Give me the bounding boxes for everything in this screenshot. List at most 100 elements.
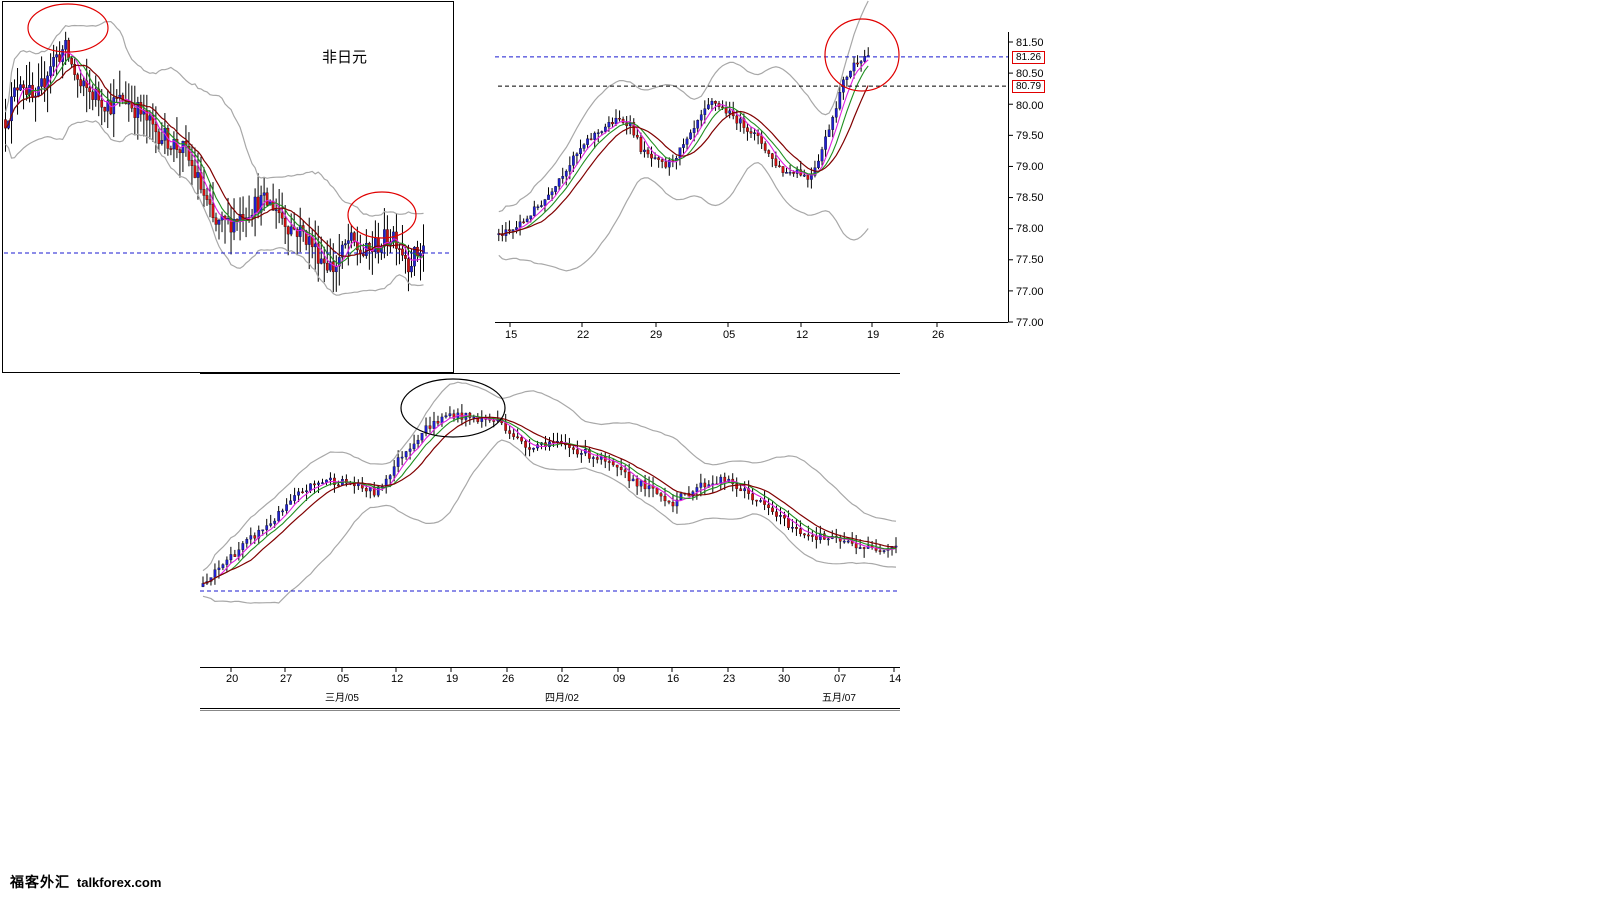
candle-up [245, 539, 249, 544]
candle-down [364, 487, 368, 492]
candle-down [407, 258, 410, 273]
candle-down [862, 547, 866, 549]
candle-down [655, 488, 659, 494]
candle-up [259, 195, 263, 213]
candle-down [646, 149, 650, 155]
candle-up [273, 520, 277, 524]
candle-up [55, 54, 58, 58]
candle-up [217, 219, 221, 225]
candle-down [671, 502, 675, 507]
candle-up [249, 535, 253, 540]
candle-up [289, 226, 293, 235]
candle-down [169, 148, 173, 150]
moving-average-slow [5, 64, 424, 258]
price-label-lower: 80.79 [1012, 80, 1046, 93]
candle-up [307, 236, 311, 245]
candle-up [410, 265, 413, 273]
candle-up [319, 258, 323, 264]
candle-down [233, 554, 237, 557]
candle-up [653, 157, 657, 159]
candle-down [76, 74, 80, 80]
candle-down [313, 483, 316, 486]
x-tick-label: 12 [391, 673, 404, 685]
candle-down [795, 527, 798, 529]
candle-down [615, 464, 619, 468]
candle-down [799, 528, 802, 534]
candle-up [586, 138, 589, 145]
candle-up [221, 564, 225, 569]
candle-up [317, 482, 320, 485]
candle-up [831, 117, 835, 130]
candle-up [525, 218, 529, 222]
candle-up [532, 447, 535, 450]
candle-down [133, 107, 137, 118]
candle-up [412, 443, 416, 450]
candle-down [611, 461, 615, 466]
candle-down [524, 441, 527, 448]
candle-up [863, 56, 867, 62]
candle-up [842, 540, 846, 543]
candle-up [824, 136, 827, 150]
candle-down [635, 478, 639, 487]
candle-up [788, 172, 792, 174]
candle-down [611, 122, 614, 125]
candle-up [858, 547, 862, 549]
candle-up [374, 238, 377, 253]
candle-up [846, 540, 850, 543]
candle-up [229, 554, 233, 561]
y-tick-label: 78.50 [1016, 192, 1044, 204]
price-label-upper: 81.26 [1012, 51, 1046, 64]
candle-down [664, 161, 668, 168]
candle-up [262, 192, 266, 196]
x-tick-label: 15 [505, 329, 518, 341]
candle-up [349, 232, 353, 241]
candle-down [856, 62, 859, 65]
candle-down [401, 248, 404, 256]
x-tick-label: 12 [796, 329, 809, 341]
candle-down [623, 469, 627, 473]
candle-down [109, 100, 113, 115]
candle-down [22, 84, 25, 88]
candle-up [396, 457, 400, 467]
candle-down [528, 447, 531, 450]
candle-up [289, 500, 292, 505]
candle-down [325, 262, 329, 271]
candle-down [286, 226, 290, 235]
candle-up [19, 84, 22, 91]
candle-up [707, 104, 710, 109]
candle-up [579, 148, 582, 155]
candle-up [810, 175, 813, 180]
month-label: 五月/07 [822, 693, 856, 704]
candle-down [787, 518, 790, 528]
candle-down [751, 493, 754, 501]
candle-down [660, 159, 664, 162]
candle-up [329, 477, 332, 481]
candle-up [591, 457, 595, 459]
candle-up [346, 240, 350, 244]
candle-up [603, 126, 607, 132]
candle-up [313, 243, 317, 248]
candle-up [827, 129, 831, 137]
candle-up [779, 515, 782, 517]
candle-up [321, 482, 324, 484]
candle-down [572, 447, 575, 450]
candle-up [678, 147, 682, 159]
x-tick-label: 05 [723, 329, 736, 341]
candle-down [67, 39, 71, 59]
candle-up [647, 485, 651, 490]
candle-up [791, 527, 794, 529]
candle-up [529, 215, 533, 220]
candle-up [404, 451, 408, 458]
candle-up [472, 416, 476, 419]
brand-logo: 福客外汇 talkforex.com [10, 872, 161, 892]
candle-up [557, 178, 561, 187]
highlight-circle-black [400, 378, 506, 438]
candle-down [576, 449, 579, 455]
x-tick-label: 19 [446, 673, 459, 685]
candle-down [91, 91, 95, 100]
candle-down [214, 217, 218, 225]
candle-down [100, 100, 104, 108]
candle-down [508, 229, 511, 232]
candle-down [331, 261, 335, 273]
candle-up [511, 229, 515, 232]
